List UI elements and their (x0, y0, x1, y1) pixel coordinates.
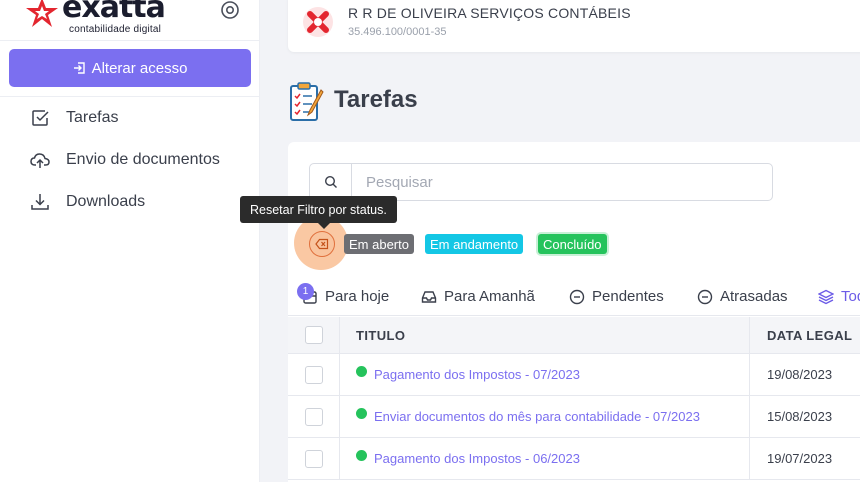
select-all-checkbox[interactable] (304, 326, 323, 344)
tab-label: Para Amanhã (444, 288, 535, 305)
logo-text: exatta (62, 0, 166, 25)
row-title-cell: Pagamento dos Impostos - 07/2023 (340, 354, 750, 395)
task-link[interactable]: Pagamento dos Impostos - 06/2023 (374, 451, 580, 466)
sidebar-item-label: Envio de documentos (66, 151, 220, 168)
reset-filter-tooltip: Resetar Filtro por status. (240, 196, 397, 223)
reset-status-filter-button[interactable] (309, 231, 335, 257)
tab-atrasadas[interactable]: Atrasadas (697, 288, 788, 305)
table-row: Pagamento dos Impostos - 06/2023 19/07/2… (288, 438, 860, 480)
row-date-cell: 15/08/2023 (767, 409, 833, 424)
status-dot (356, 408, 367, 419)
status-filter-em-andamento[interactable]: Em andamento (425, 234, 524, 254)
sidebar-item-downloads[interactable]: Downloads (30, 190, 236, 214)
login-arrow-icon (73, 62, 85, 74)
search-icon (324, 175, 337, 188)
inbox-icon (421, 290, 437, 303)
company-card[interactable]: R R DE OLIVEIRA SERVIÇOS CONTÁBEIS 35.49… (288, 0, 860, 52)
tab-todas[interactable]: Todas (818, 288, 860, 305)
row-checkbox-cell (288, 438, 340, 479)
search-input[interactable] (352, 164, 772, 200)
tab-label: Para hoje (325, 288, 390, 305)
sidebar-item-label: Tarefas (66, 109, 119, 126)
row-checkbox[interactable] (304, 365, 323, 384)
column-header-titulo[interactable]: TITULO (356, 328, 405, 343)
exatta-logo[interactable]: exatta contabilidade digital (24, 0, 184, 38)
status-filter-concluido[interactable]: Concluído (538, 234, 607, 254)
table-row: Enviar documentos do mês para contabilid… (288, 396, 860, 438)
tab-count-badge: 1 (297, 283, 314, 300)
row-title-cell: Pagamento dos Impostos - 06/2023 (340, 438, 750, 479)
download-icon (31, 194, 49, 210)
sidebar-divider (0, 96, 260, 97)
checkbox-icon (32, 110, 49, 126)
sidebar-item-label: Downloads (66, 193, 146, 210)
row-checkbox-cell (288, 396, 340, 437)
clipboard-checklist-icon (290, 82, 324, 121)
tooltip-arrow (318, 223, 330, 229)
row-checkbox-cell (288, 354, 340, 395)
task-link[interactable]: Pagamento dos Impostos - 07/2023 (374, 367, 580, 382)
tab-pendentes[interactable]: Pendentes (569, 288, 664, 305)
page-title: Tarefas (334, 86, 418, 113)
company-cnpj: 35.496.100/0001-35 (348, 26, 447, 38)
task-tabs: Para hoje Para Amanhã Pendentes Atrasada… (288, 280, 860, 316)
sidebar-item-tarefas[interactable]: Tarefas (30, 106, 236, 130)
row-date-cell: 19/08/2023 (767, 367, 833, 382)
layers-icon (818, 289, 834, 304)
backspace-icon (315, 238, 329, 250)
logo-star-icon (26, 0, 58, 27)
minus-circle-icon (697, 289, 713, 304)
tasks-table: TITULO DATA LEGAL Pagamento dos Impostos… (288, 317, 860, 480)
status-filter-em-aberto[interactable]: Em aberto (344, 234, 414, 254)
alter-access-button[interactable]: Alterar acesso (9, 49, 251, 87)
column-header-data-legal[interactable]: DATA LEGAL (767, 328, 852, 343)
row-checkbox[interactable] (304, 449, 323, 468)
sidebar-divider (0, 40, 260, 41)
header-date-cell: DATA LEGAL (750, 317, 860, 353)
cloud-upload-icon (30, 153, 50, 168)
table-row: Pagamento dos Impostos - 07/2023 19/08/2… (288, 354, 860, 396)
logo-subtitle: contabilidade digital (69, 24, 162, 35)
search-button[interactable] (310, 164, 352, 200)
tab-label: Pendentes (592, 288, 664, 305)
status-dot (356, 366, 367, 377)
company-name: R R DE OLIVEIRA SERVIÇOS CONTÁBEIS (348, 5, 631, 21)
tab-label: Todas (841, 288, 860, 305)
row-date-cell: 19/07/2023 (767, 451, 833, 466)
tab-para-hoje[interactable]: Para hoje (302, 288, 389, 305)
row-checkbox[interactable] (304, 407, 323, 426)
sidebar-item-envio-documentos[interactable]: Envio de documentos (30, 148, 236, 172)
tab-para-amanha[interactable]: Para Amanhã (421, 288, 535, 305)
header-title-cell: TITULO (340, 317, 750, 353)
header-checkbox-cell (288, 317, 340, 353)
minus-circle-icon (569, 289, 585, 304)
table-header: TITULO DATA LEGAL (288, 317, 860, 354)
tasks-card: Em aberto Em andamento Concluído Para ho… (288, 142, 860, 482)
task-link[interactable]: Enviar documentos do mês para contabilid… (374, 409, 700, 424)
sidebar: exatta contabilidade digital Alterar ace… (0, 0, 260, 482)
status-dot (356, 450, 367, 461)
tab-label: Atrasadas (720, 288, 788, 305)
settings-icon[interactable] (220, 0, 240, 20)
alter-access-label: Alterar acesso (91, 59, 188, 77)
company-logo-icon (303, 7, 333, 37)
row-title-cell: Enviar documentos do mês para contabilid… (340, 396, 750, 437)
